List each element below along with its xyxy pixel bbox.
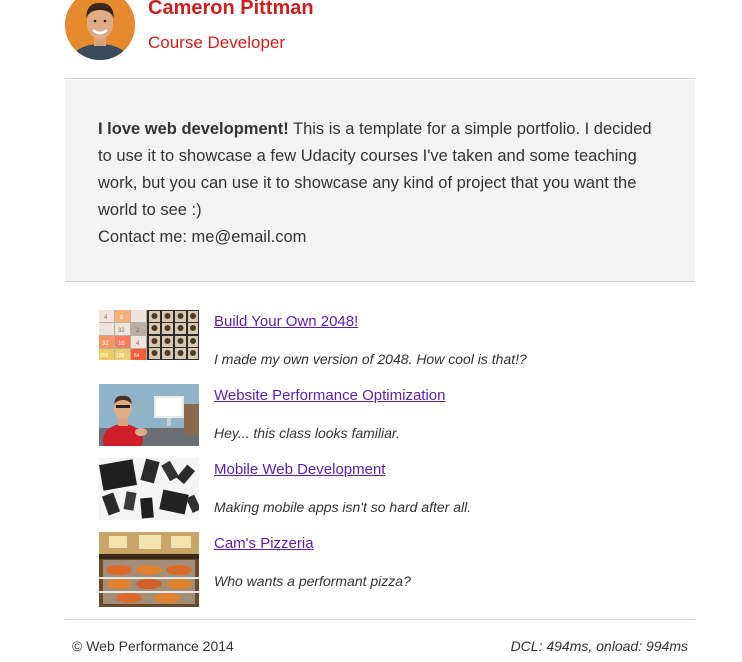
project-item-website-performance: Website Performance Optimization Hey... … — [99, 384, 659, 458]
tile-label: 32 — [102, 341, 109, 347]
avatar — [65, 0, 135, 60]
tile-label: 64 — [134, 353, 140, 359]
thumbnail-2048-image: 4 8 32 16 4 2 256 128 64 32 — [99, 310, 199, 360]
performance-stats: DCL: 494ms, onload: 994ms — [510, 638, 688, 654]
project-item-2048: 4 8 32 16 4 2 256 128 64 32 Build Your O… — [99, 310, 659, 384]
tile-label: 256 — [100, 353, 109, 359]
intro-section: I love web development! This is a templa… — [65, 80, 695, 282]
tile-label: 32 — [118, 328, 125, 334]
project-item-mobile-web: Mobile Web Development Making mobile app… — [99, 458, 659, 532]
project-link-mobile-web[interactable]: Mobile Web Development — [214, 461, 385, 478]
project-description: Who wants a performant pizza? — [214, 573, 411, 589]
project-description: Hey... this class looks familiar. — [214, 425, 400, 441]
profile-role: Course Developer — [148, 33, 286, 52]
project-description: I made my own version of 2048. How cool … — [214, 351, 527, 367]
project-link-2048[interactable]: Build Your Own 2048! — [214, 313, 358, 330]
project-item-pizzeria: Cam's Pizzeria Who wants a performant pi… — [99, 532, 659, 607]
copyright-text: © Web Performance 2014 — [72, 638, 234, 654]
project-link-pizzeria[interactable]: Cam's Pizzeria — [214, 535, 314, 552]
profile-name: Cameron Pittman — [148, 0, 314, 19]
thumbnail-mobile-devices-image — [99, 458, 199, 520]
footer: © Web Performance 2014 DCL: 494ms, onloa… — [65, 619, 695, 662]
project-description: Making mobile apps isn't so hard after a… — [214, 499, 472, 515]
tile-label: 16 — [118, 341, 125, 347]
header: Cameron Pittman Course Developer — [65, 0, 695, 79]
thumbnail-instructor-image — [99, 384, 199, 446]
project-list: 4 8 32 16 4 2 256 128 64 32 Build Your O… — [99, 310, 659, 607]
thumbnail-pizzeria-image — [99, 532, 199, 607]
intro-lead: I love web development! — [98, 120, 289, 138]
contact-line: Contact me: me@email.com — [98, 228, 307, 246]
tile-label: 128 — [116, 353, 125, 359]
project-link-website-performance[interactable]: Website Performance Optimization — [214, 387, 445, 404]
